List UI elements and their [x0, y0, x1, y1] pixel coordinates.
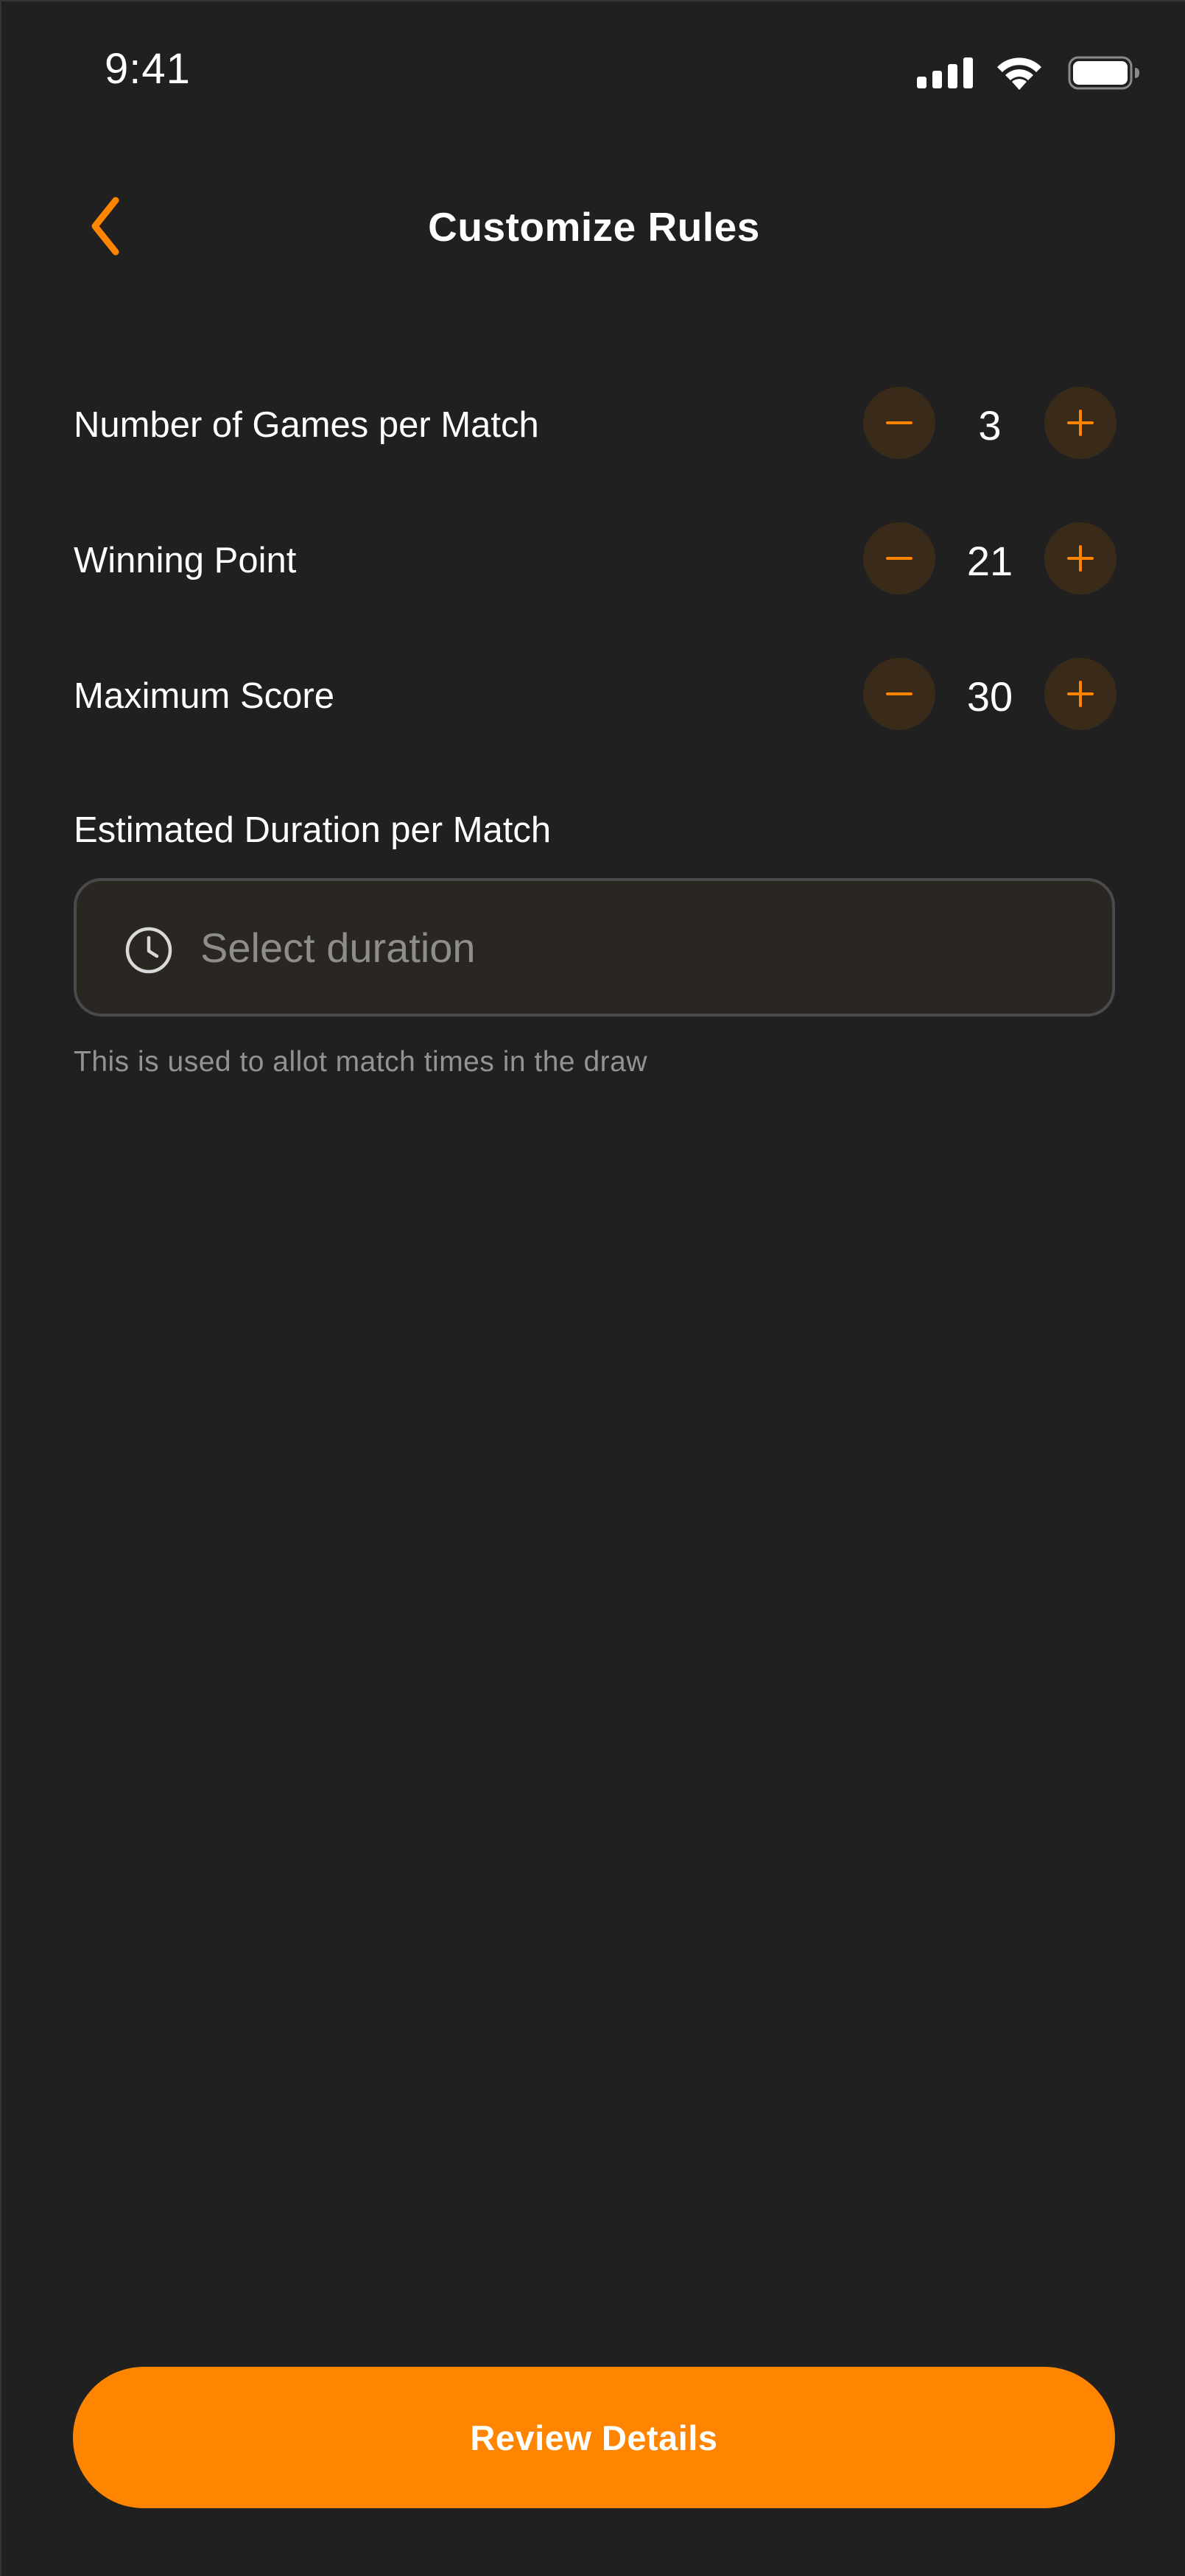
wifi-icon	[997, 57, 1041, 90]
status-bar: 9:41	[1, 1, 1185, 141]
rule-row-winning-point: Winning Point 21	[74, 522, 1117, 596]
review-details-button[interactable]: Review Details	[73, 2367, 1115, 2508]
duration-select[interactable]: Select duration	[74, 878, 1115, 1017]
decrement-button[interactable]	[863, 387, 935, 459]
customize-rules-screen: 9:41 Customize Rules Number of Games per…	[0, 0, 1185, 2576]
rule-label: Winning Point	[74, 541, 297, 580]
stepper-value: 30	[966, 673, 1013, 720]
clock-icon	[125, 927, 172, 974]
battery-icon	[1068, 56, 1139, 90]
increment-button[interactable]	[1044, 387, 1117, 459]
increment-button[interactable]	[1044, 658, 1117, 730]
duration-helper-text: This is used to allot match times in the…	[74, 1046, 647, 1078]
page-title: Customize Rules	[428, 204, 760, 250]
duration-placeholder: Select duration	[200, 924, 476, 971]
status-time: 9:41	[105, 45, 191, 93]
minus-icon	[886, 557, 913, 560]
minus-icon	[886, 692, 913, 695]
maximum-score-stepper: 30	[863, 658, 1117, 731]
rule-label: Number of Games per Match	[74, 405, 539, 445]
decrement-button[interactable]	[863, 658, 935, 730]
decrement-button[interactable]	[863, 522, 935, 594]
games-per-match-stepper: 3	[863, 387, 1117, 460]
winning-point-stepper: 21	[863, 522, 1117, 596]
rule-row-maximum-score: Maximum Score 30	[74, 658, 1117, 731]
rule-row-games-per-match: Number of Games per Match 3	[74, 387, 1117, 460]
rule-label: Maximum Score	[74, 676, 334, 716]
stepper-value: 21	[966, 538, 1013, 584]
cellular-signal-icon	[917, 57, 973, 88]
duration-label: Estimated Duration per Match	[74, 810, 552, 850]
increment-button[interactable]	[1044, 522, 1117, 594]
stepper-value: 3	[978, 402, 1002, 449]
minus-icon	[886, 421, 913, 424]
header: Customize Rules	[1, 171, 1185, 281]
